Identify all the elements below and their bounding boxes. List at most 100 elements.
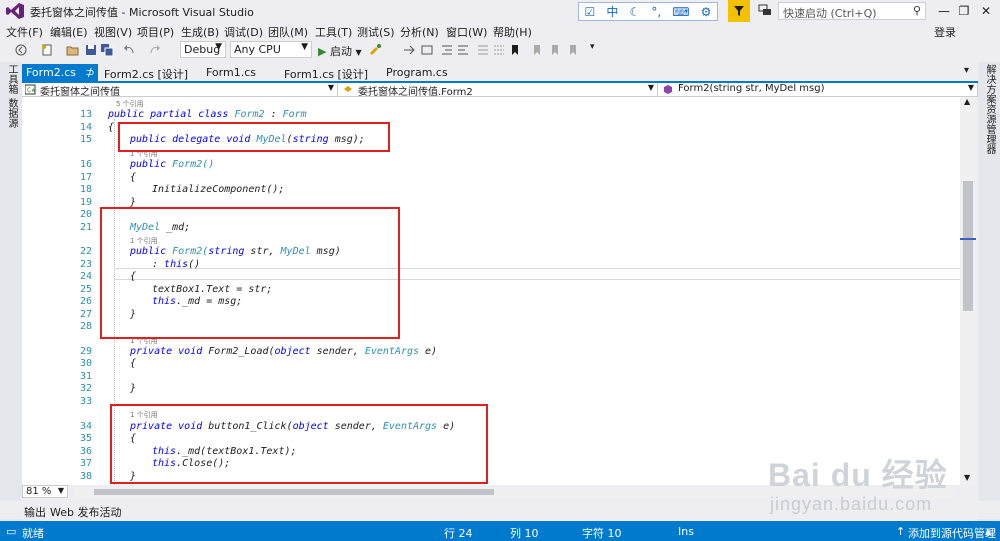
code-line[interactable]: InitializeComponent(); — [152, 184, 284, 195]
menu-debug[interactable]: 调试(D) — [224, 24, 263, 40]
tab-form1-designer[interactable]: Form1.cs [设计] — [280, 64, 372, 81]
menu-help[interactable]: 帮助(H) — [493, 24, 532, 40]
menu-test[interactable]: 测试(S) — [357, 24, 395, 40]
type-dropdown[interactable]: 委托窗体之间传值.Form2 ▼ — [340, 83, 658, 97]
tab-program-cs[interactable]: Program.cs — [382, 64, 452, 81]
code-token: EventArgs — [364, 346, 420, 357]
tab-form2-cs[interactable]: Form2.cs ⊅ × — [22, 64, 111, 81]
code-line[interactable]: public Form2() — [130, 159, 214, 170]
tab-web-publish-activity[interactable]: Web 发布活动 — [50, 504, 121, 520]
menu-file[interactable]: 文件(F) — [6, 24, 43, 40]
undo-icon[interactable] — [122, 43, 136, 57]
comment-icon[interactable] — [476, 43, 490, 57]
menu-view[interactable]: 视图(V) — [94, 24, 132, 40]
tab-form2-designer[interactable]: Form2.cs [设计] — [100, 64, 192, 81]
tab-label: Program.cs — [386, 66, 448, 79]
svg-text:C#: C# — [27, 87, 36, 94]
tab-output[interactable]: 输出 — [24, 504, 46, 520]
ime-toolbar[interactable]: ☑ 中 ☾ °, ⌨ ⚙ — [578, 2, 718, 21]
member-name: Form2(string str, MyDel msg) — [678, 83, 825, 94]
code-token: Form — [282, 109, 307, 121]
find-icon[interactable] — [420, 43, 434, 57]
menu-project[interactable]: 项目(P) — [137, 24, 174, 40]
codelens-references[interactable]: 5 个引用 — [116, 99, 144, 109]
ime-check-icon[interactable]: ☑ — [585, 5, 596, 19]
line-number: 24 — [79, 271, 92, 283]
ime-punct-icon[interactable]: °, — [651, 5, 661, 19]
quick-launch-input[interactable]: 快速启动 (Ctrl+Q) ⚲ — [778, 2, 926, 20]
ime-language[interactable]: 中 — [606, 3, 618, 20]
uncomment-icon[interactable] — [492, 43, 506, 57]
next-bookmark-icon[interactable] — [548, 43, 562, 57]
code-line[interactable]: } — [130, 197, 136, 208]
menu-build[interactable]: 生成(B) — [181, 24, 219, 40]
menu-tools[interactable]: 工具(T) — [315, 24, 352, 40]
new-project-icon[interactable] — [40, 43, 54, 57]
sign-in-link[interactable]: 登录 — [934, 24, 956, 40]
open-file-icon[interactable] — [66, 43, 80, 57]
pin-icon[interactable]: ⊅ — [85, 66, 94, 79]
indent-icon[interactable] — [456, 43, 470, 57]
platform-select[interactable]: Any CPU ▼ — [230, 41, 312, 58]
scroll-up-icon[interactable]: ▲ — [964, 97, 970, 106]
status-bar: ▭ 就绪 行 24 列 10 字符 10 Ins ↑ 添加到源代码管理 ▲ — [0, 521, 1000, 541]
code-line[interactable]: { — [108, 122, 114, 133]
ime-keyboard-icon[interactable]: ⌨ — [672, 5, 689, 19]
tab-form1-cs[interactable]: Form1.cs — [202, 64, 260, 81]
back-icon[interactable] — [14, 43, 28, 57]
search-icon[interactable]: ⚲ — [913, 4, 921, 17]
menu-team[interactable]: 团队(M) — [268, 24, 308, 40]
tab-label: Form2.cs — [26, 66, 76, 79]
chevron-down-icon: ▼ — [301, 42, 308, 52]
up-arrow-icon[interactable]: ↑ — [896, 525, 905, 538]
minimize-button[interactable]: — — [934, 2, 954, 20]
toolbar-overflow-icon[interactable]: ▾ — [590, 42, 595, 52]
code-line[interactable]: { — [130, 172, 136, 183]
clear-bookmark-icon[interactable] — [566, 43, 580, 57]
ime-moon-icon[interactable]: ☾ — [629, 5, 640, 19]
navigate-icon[interactable] — [402, 43, 416, 57]
line-number: 19 — [79, 196, 92, 208]
redo-icon[interactable] — [148, 43, 162, 57]
code-editor[interactable]: 5 个引用 13 public partial class Form2 : Form… — [22, 97, 960, 485]
data-sources-tab[interactable]: 数据源 — [4, 98, 19, 128]
menu-window[interactable]: 窗口(W) — [446, 24, 487, 40]
document-tabs: Form2.cs ⊅ × Form2.cs [设计] Form1.cs Form… — [22, 64, 978, 81]
browser-link-icon[interactable] — [368, 43, 382, 57]
horizontal-scroll-thumb[interactable] — [94, 489, 494, 495]
filter-icon[interactable] — [728, 0, 750, 22]
ime-settings-icon[interactable]: ⚙ — [701, 5, 712, 19]
line-number: 35 — [79, 433, 92, 445]
chevron-up-icon[interactable]: ▲ — [985, 527, 991, 536]
member-dropdown[interactable]: Form2(string str, MyDel msg) ▼ — [660, 83, 978, 97]
toolbox-tab[interactable]: 工具箱 — [4, 64, 19, 94]
code-line[interactable]: public partial class Form2 : Form — [108, 109, 307, 120]
start-button[interactable]: ▶ 启动 ▼ — [318, 43, 362, 59]
code-line[interactable]: { — [130, 358, 136, 369]
status-col: 列 10 — [510, 527, 539, 540]
baidu-watermark: Bai du 经验 jingyan.baidu.com — [760, 450, 996, 520]
chevron-down-icon: ▼ — [57, 486, 64, 495]
config-select[interactable]: Debug ▼ — [180, 41, 226, 58]
code-line[interactable]: private void Form2_Load(object sender, E… — [130, 346, 437, 357]
prev-bookmark-icon[interactable] — [530, 43, 544, 57]
tab-overflow-icon[interactable]: ▾ — [964, 65, 969, 76]
vertical-scroll-thumb[interactable] — [963, 181, 973, 311]
zoom-select[interactable]: 81 % ▼ — [22, 485, 68, 498]
save-all-icon[interactable] — [100, 43, 114, 57]
vertical-scrollbar[interactable]: ▲ ▼ — [960, 97, 976, 485]
project-dropdown[interactable]: C# 委托窗体之间传值 ▼ — [22, 83, 338, 97]
code-line[interactable]: } — [130, 383, 136, 394]
bookmark-icon[interactable] — [508, 43, 522, 57]
save-icon[interactable] — [84, 43, 98, 57]
solution-explorer-tab[interactable]: 解决方案资源管理器 — [982, 64, 997, 154]
close-button[interactable]: ✕ — [976, 2, 996, 20]
add-to-source-control[interactable]: 添加到源代码管理 — [908, 525, 996, 541]
feedback-icon[interactable] — [758, 3, 772, 17]
status-char: 字符 10 — [582, 527, 622, 540]
menu-edit[interactable]: 编辑(E) — [50, 24, 88, 40]
chevron-down-icon: ▼ — [355, 48, 362, 57]
menu-analyze[interactable]: 分析(N) — [400, 24, 439, 40]
outdent-icon[interactable] — [440, 43, 454, 57]
restore-button[interactable]: ❐ — [954, 2, 974, 20]
